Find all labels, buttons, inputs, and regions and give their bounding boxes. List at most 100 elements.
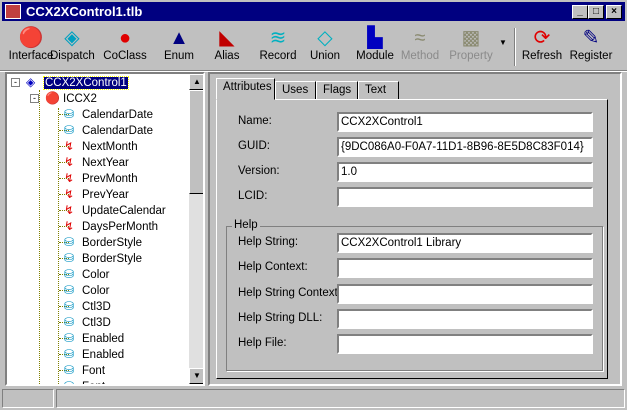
property-icon: ▩ [461,27,481,49]
title-bar: CCX2XControl1.tlb _ □ × [2,2,625,21]
prop-get-icon: ⛁ [64,299,75,313]
tree-interface[interactable]: ICCX2 [63,93,97,105]
field-label: Help File: [238,337,287,350]
prop-put-icon: ⛁ [64,347,75,361]
collapse-toggle[interactable]: - [30,94,39,103]
toolbar-record-button[interactable]: ≋ Record [255,26,301,68]
field-label: Version: [238,165,280,177]
method-icon: ↯ [64,155,75,169]
collapse-toggle[interactable]: - [11,78,20,87]
toolbar-label: Dispatch [50,50,95,62]
tree-item-label: Color [82,285,110,297]
tree-item-label: BorderStyle [82,237,143,249]
toolbar-alias-button[interactable]: ◣ Alias [210,26,244,68]
tree-item-label: UpdateCalendar [82,205,166,217]
tree-item[interactable]: ⛁ Enabled [64,346,124,362]
method-icon: ↯ [64,203,75,217]
tree-item[interactable]: ⛁ Font [64,362,105,378]
tree-item[interactable]: ⛁ BorderStyle [64,234,142,250]
tree-item-label: Ctl3D [82,301,111,313]
dispatch-icon: ◈ [64,27,80,49]
tree-item[interactable]: ⛁ CalendarDate [64,122,153,138]
tree-item[interactable]: ↯ DaysPerMonth [64,218,158,234]
tree-item-label: Font [82,365,106,377]
prop-get-icon: ⛁ [64,331,75,345]
toolbar-label: Interface [8,50,54,62]
method-icon: ↯ [64,219,75,233]
toolbar-coclass-button[interactable]: ● CoClass [97,26,153,68]
help-context-field[interactable] [337,258,593,279]
tree-item-label: Enabled [82,349,125,361]
tree-item[interactable]: ↯ PrevYear [64,186,129,202]
method-icon: ↯ [64,171,75,185]
help-string-dll-field[interactable] [337,308,593,329]
version-field[interactable]: 1.0 [337,162,593,182]
tree-item[interactable]: ⛁ Ctl3D [64,314,111,330]
scroll-up-button[interactable]: ▲ [189,74,203,90]
method-icon: ≈ [414,27,426,49]
method-icon: ↯ [64,187,75,201]
toolbar-dispatch-button[interactable]: ◈ Dispatch [50,26,95,68]
toolbar-label: Refresh [521,50,563,62]
toolbar-method-button[interactable]: ≈ Method [398,26,442,68]
toolbar-label: CoClass [103,50,147,62]
register-icon: ✎ [582,27,600,49]
tree-item[interactable]: ↯ PrevMonth [64,170,138,186]
field-label: Help String: [238,236,299,248]
field-label: Name: [238,115,272,127]
maximize-button[interactable]: □ [588,5,604,19]
tree-item[interactable]: ⛁ CalendarDate [64,106,153,122]
tree-scrollbar[interactable]: ▲ ▼ [189,74,203,384]
method-icon: ↯ [64,139,75,153]
tree-item[interactable]: ⛁ Color [64,282,109,298]
toolbar-refresh-button[interactable]: ⟳ Refresh [518,26,566,68]
name-field[interactable]: CCX2XControl1 [337,112,593,132]
toolbar-module-button[interactable]: ▙ Module [352,26,398,68]
tree-root[interactable]: CCX2XControl1 [43,76,129,90]
prop-put-icon: ⛁ [64,315,75,329]
toolbar-register-button[interactable]: ✎ Register [566,26,616,68]
lcid-field[interactable] [337,187,593,207]
tree-item[interactable]: ⛁ Enabled [64,330,124,346]
prop-get-icon: ⛁ [64,235,75,249]
tab-flags[interactable]: Flags [316,81,358,100]
guid-field[interactable]: {9DC086A0-F0A7-11D1-8B96-8E5D8C83F014} [337,137,593,157]
tree-item[interactable]: ⛁ Font [64,378,105,386]
tab-attributes[interactable]: Attributes [216,78,275,100]
tree-item[interactable]: ⛁ BorderStyle [64,250,142,266]
prop-put-icon: ⛁ [64,123,75,137]
toolbar-enum-button[interactable]: ▲ Enum [160,26,198,68]
toolbar-property-button[interactable]: ▩ Property [446,26,496,68]
tab-uses[interactable]: Uses [275,81,316,100]
help-file-field[interactable] [337,334,593,355]
more-dropdown-arrow[interactable]: ▼ [499,38,507,47]
field-label: Help String DLL: [238,311,323,324]
toolbar-label: Register [569,50,613,62]
coclass-icon: ● [118,27,132,49]
status-pane-1 [2,389,54,408]
status-pane-2 [56,389,625,408]
minimize-button[interactable]: _ [572,5,588,19]
tree-item[interactable]: ↯ NextMonth [64,138,138,154]
help-string-context-field[interactable] [337,283,593,304]
help-string-field[interactable]: CCX2XControl1 Library [337,233,593,253]
tab-text[interactable]: Text [358,81,399,100]
toolbar-interface-button[interactable]: 🔴 Interface [8,26,54,68]
close-button[interactable]: × [606,5,622,19]
scroll-down-button[interactable]: ▼ [189,368,203,384]
prop-put-icon: ⛁ [64,379,75,386]
interface-icon: 🔴 [18,27,44,49]
tree-item-label: NextMonth [82,141,138,153]
tree-item[interactable]: ↯ NextYear [64,154,129,170]
tree-item[interactable]: ↯ UpdateCalendar [64,202,166,218]
tree-item[interactable]: ⛁ Color [64,266,109,282]
toolbar-union-button[interactable]: ◇ Union [307,26,343,68]
toolbar-label: Union [309,50,341,62]
tree-item-label: DaysPerMonth [82,221,159,233]
tree-item[interactable]: ⛁ Ctl3D [64,298,111,314]
toolbar-label: Method [400,50,440,62]
tree-item-label: BorderStyle [82,253,143,265]
tree-item-label: CalendarDate [82,125,153,137]
type-library-tree[interactable]: - ◈ CCX2XControl1 - 🔴 ICCX2 ⛁ CalendarDate ⛁… [5,72,205,386]
scroll-thumb[interactable] [189,90,203,194]
